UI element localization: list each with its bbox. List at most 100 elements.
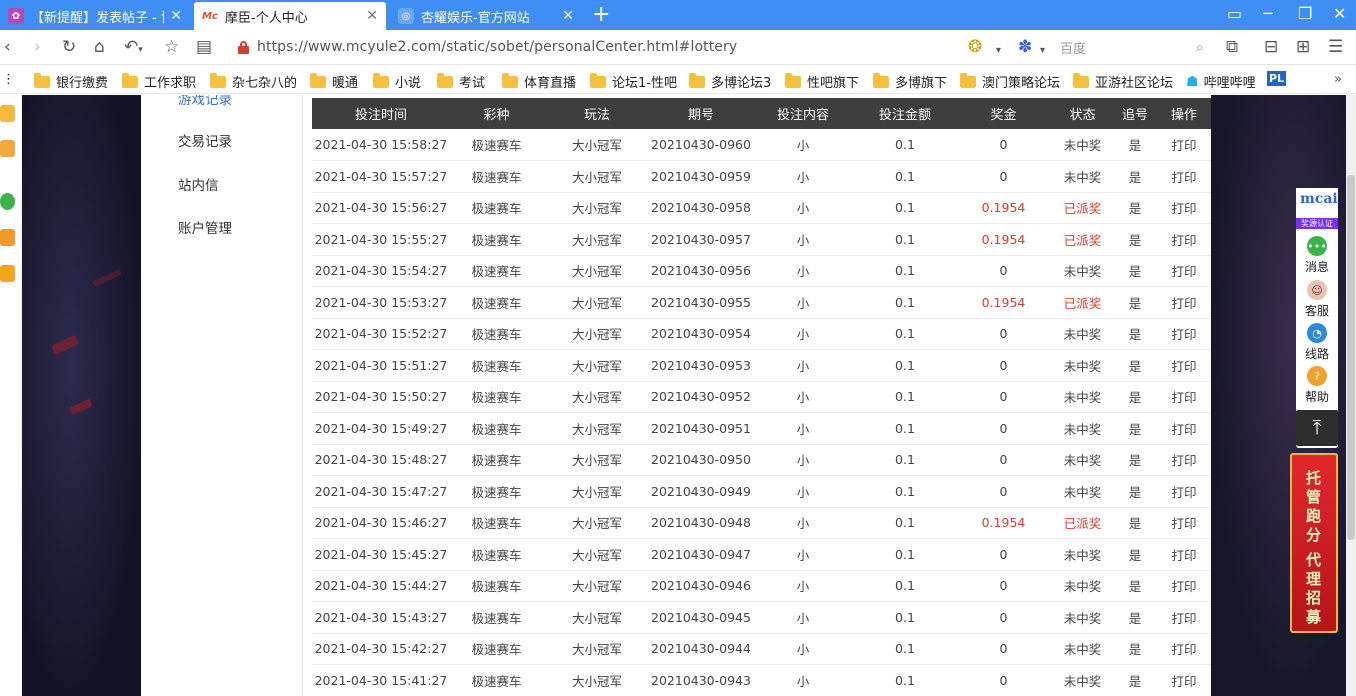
search-input[interactable]: 百度 ⌕ (1060, 38, 1208, 58)
weibo-icon[interactable] (0, 265, 15, 282)
bookmark-item[interactable]: 工作求职 (122, 72, 196, 91)
close-window-icon[interactable]: ✕ (1333, 6, 1346, 22)
print-action-cell[interactable]: 打印 (1157, 129, 1211, 161)
undo-icon[interactable]: ↶▾ (124, 38, 143, 59)
search-icon[interactable]: ⌕ (1196, 38, 1204, 56)
customer-service-button[interactable]: ☺ 客服 (1296, 280, 1338, 319)
close-icon[interactable]: ✕ (562, 8, 574, 24)
lottery-type-cell: 极速赛车 (450, 349, 543, 382)
minimize-icon[interactable]: ─ (1263, 6, 1273, 22)
dropdown-icon[interactable]: ▾ (996, 42, 1001, 60)
paw-icon[interactable]: ✽ (1018, 38, 1032, 56)
table-row: 2021-04-30 15:57:27 极速赛车 大小冠军 20210430-0959… (312, 160, 1211, 193)
print-action-cell[interactable]: 打印 (1157, 381, 1211, 413)
more-bookmarks-icon[interactable]: » (1334, 72, 1342, 87)
close-icon[interactable]: ✕ (170, 8, 182, 24)
dropdown-icon[interactable]: ▾ (1040, 42, 1045, 60)
back-to-top-button[interactable]: ⤒ (1296, 410, 1338, 446)
sidebar-toggle-icon[interactable]: ▭ (1227, 6, 1242, 22)
screenshot-icon[interactable]: ⧉ (1226, 38, 1238, 56)
print-action-cell[interactable]: 打印 (1157, 570, 1211, 602)
home-icon[interactable]: ⌂ (94, 38, 105, 56)
print-action-cell[interactable]: 打印 (1157, 664, 1211, 696)
toolbox-icon[interactable]: ⊟ (1264, 38, 1278, 56)
bookmark-item[interactable]: 杂七杂八的 (210, 72, 297, 91)
print-action-cell[interactable]: 打印 (1157, 192, 1211, 224)
print-action-cell[interactable]: 打印 (1157, 255, 1211, 287)
menu-item-game-record[interactable]: 游戏记录 (178, 95, 232, 108)
table-row: 2021-04-30 15:43:27 极速赛车 大小冠军 20210430-0945… (312, 601, 1211, 634)
extension-icon[interactable]: ❂ (968, 38, 982, 56)
print-action-cell[interactable]: 打印 (1157, 223, 1211, 256)
favorites-icon[interactable] (0, 105, 15, 122)
bookmark-item[interactable]: 多博旗下 (873, 72, 947, 91)
bookmark-item[interactable]: 考试 (437, 72, 485, 91)
messages-button[interactable]: ••• 消息 (1296, 236, 1338, 275)
forward-icon[interactable]: › (34, 38, 41, 56)
site-favicon-icon: Mc (202, 8, 218, 24)
bookmark-item[interactable]: 银行缴费 (34, 72, 108, 91)
print-action-cell[interactable]: 打印 (1157, 444, 1211, 476)
print-action-cell[interactable]: 打印 (1157, 475, 1211, 508)
bookmark-item[interactable]: 性吧旗下 (785, 72, 859, 91)
help-button[interactable]: ? 帮助 (1296, 366, 1338, 405)
reader-icon[interactable]: ▤ (196, 38, 212, 56)
print-action-cell[interactable]: 打印 (1157, 412, 1211, 445)
bookmark-item[interactable]: ☗ 哔哩哔哩 (1186, 72, 1256, 92)
print-action-cell[interactable]: 打印 (1157, 601, 1211, 634)
folder-icon (873, 72, 889, 88)
rss-icon[interactable] (0, 229, 15, 246)
pl-icon[interactable]: PL (1267, 71, 1287, 86)
menu-icon[interactable]: ☰ (1328, 38, 1343, 56)
menu-item-transactions[interactable]: 交易记录 (178, 130, 232, 150)
close-icon[interactable]: ✕ (366, 8, 378, 24)
print-action-cell[interactable]: 打印 (1157, 507, 1211, 539)
play-type-cell: 大小冠军 (543, 255, 651, 287)
bookmark-item[interactable]: 体育直播 (502, 72, 576, 91)
issue-number-cell: 20210430-0951 (651, 412, 751, 445)
tab-title: 杏耀娱乐-官方网站 (421, 10, 530, 26)
agent-recruit-banner[interactable]: 托管跑分 代理招募 (1290, 453, 1338, 633)
bet-amount-cell: 0.1 (855, 223, 955, 256)
lottery-type-cell: 极速赛车 (450, 475, 543, 508)
chat-icon[interactable] (0, 193, 15, 210)
print-action-cell[interactable]: 打印 (1157, 538, 1211, 571)
bookmark-item[interactable]: 暖通 (310, 72, 358, 91)
menu-item-account[interactable]: 账户管理 (178, 217, 232, 237)
menu-item-messages[interactable]: 站内信 (178, 174, 219, 194)
bookmark-item[interactable]: 多博论坛3 (689, 72, 771, 91)
chase-cell: 是 (1113, 223, 1157, 256)
issue-number-cell: 20210430-0957 (651, 223, 751, 256)
bookmark-item[interactable]: 小说 (373, 72, 421, 91)
star-icon[interactable]: ☆ (164, 38, 179, 56)
scrollbar-thumb[interactable] (1347, 175, 1355, 540)
print-action-cell[interactable]: 打印 (1157, 633, 1211, 665)
bookmark-item[interactable]: 论坛1-性吧 (590, 72, 677, 91)
tab-2[interactable]: ◎ 杏耀娱乐-官方网站 ✕ (390, 2, 582, 30)
play-type-cell: 大小冠军 (543, 349, 651, 382)
reload-icon[interactable]: ↻ (62, 38, 76, 56)
bookmark-apps-icon[interactable]: ⋮ (2, 72, 15, 87)
print-action-cell[interactable]: 打印 (1157, 286, 1211, 319)
page-scrollbar[interactable] (1346, 95, 1356, 696)
status-cell: 未中奖 (1052, 412, 1113, 445)
tab-1[interactable]: Mc 摩臣-个人中心 ✕ (194, 2, 386, 30)
url-field[interactable]: https://www.mcyule2.com/static/sobet/per… (257, 39, 737, 55)
play-type-cell: 大小冠军 (543, 507, 651, 539)
bookmark-item[interactable]: 澳门策略论坛 (960, 72, 1060, 91)
bookmark-item[interactable]: 亚游社区论坛 (1073, 72, 1173, 91)
tab-0[interactable]: ✿ 【新提醒】发表帖子 - 博马 ✕ (0, 2, 190, 30)
notes-icon[interactable] (0, 140, 15, 157)
print-action-cell[interactable]: 打印 (1157, 160, 1211, 193)
new-tab-button[interactable]: + (592, 4, 610, 26)
restore-icon[interactable]: ❐ (1298, 6, 1312, 22)
issue-number-cell: 20210430-0953 (651, 349, 751, 382)
lottery-type-cell: 极速赛车 (450, 507, 543, 539)
back-icon[interactable]: ‹ (4, 38, 11, 56)
route-button[interactable]: ◔ 线路 (1296, 323, 1338, 362)
print-action-cell[interactable]: 打印 (1157, 318, 1211, 350)
bet-content-cell: 小 (751, 538, 855, 571)
cert-badge[interactable]: mcai 奖源认证 (1296, 188, 1338, 229)
print-action-cell[interactable]: 打印 (1157, 349, 1211, 382)
apps-icon[interactable]: ⊞ (1296, 38, 1310, 56)
